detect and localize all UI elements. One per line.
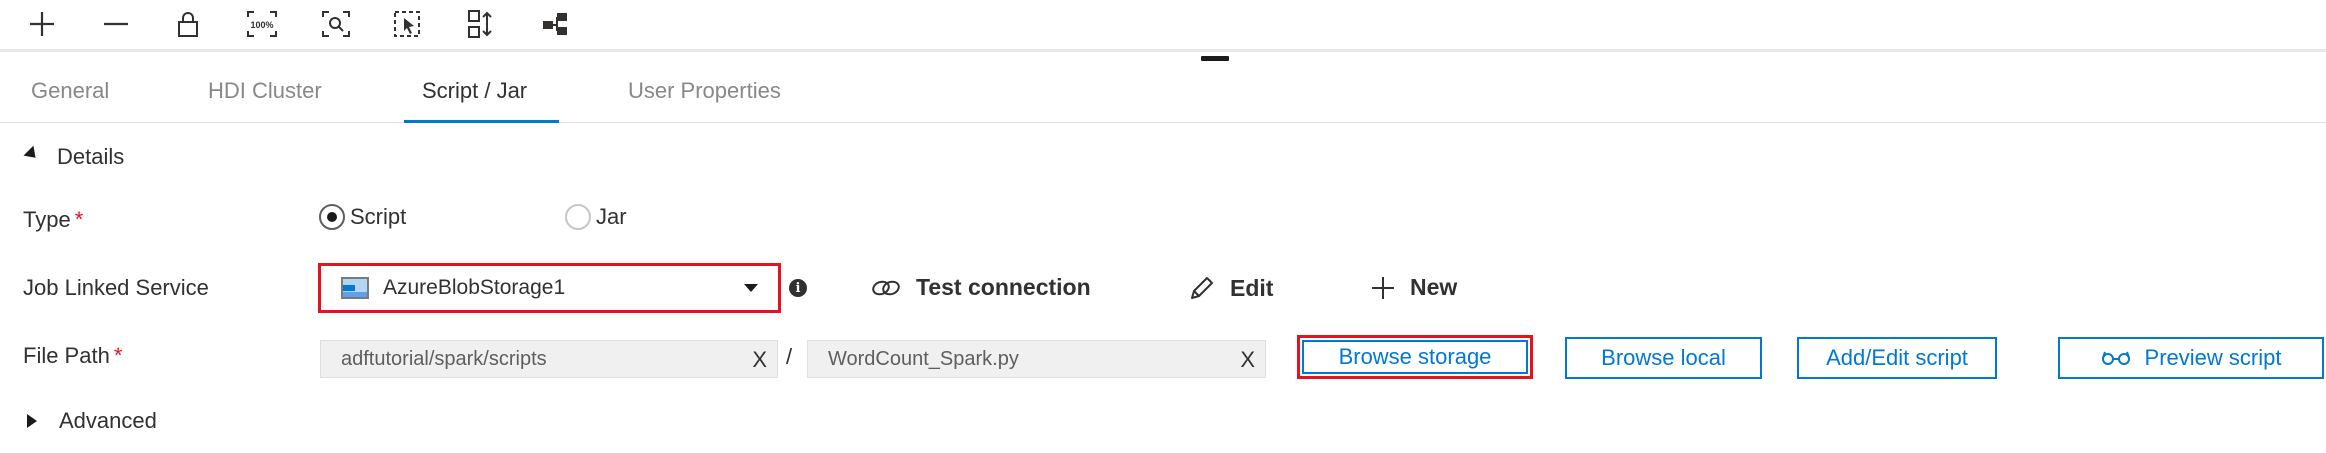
radio-script-label: Script — [350, 204, 407, 229]
pencil-icon — [1191, 277, 1213, 299]
type-label: Type * — [23, 207, 83, 233]
new-button[interactable]: New — [1370, 274, 1457, 301]
info-icon[interactable]: i — [789, 279, 807, 297]
tab-hdi-cluster[interactable]: HDI Cluster — [208, 78, 322, 104]
browse-storage-label: Browse storage — [1338, 344, 1492, 369]
test-connection-label: Test connection — [916, 274, 1091, 300]
add-edit-script-button[interactable]: Add/Edit script — [1797, 337, 1997, 379]
edit-button[interactable]: Edit — [1188, 274, 1273, 302]
file-path-label: File Path * — [23, 343, 122, 369]
details-section-header[interactable]: Details — [23, 144, 125, 170]
linked-service-value: AzureBlobStorage1 — [383, 276, 566, 299]
browse-storage-button[interactable]: Browse storage — [1297, 335, 1533, 379]
plus-icon — [1372, 276, 1394, 299]
zoom-fit-icon[interactable] — [314, 4, 358, 44]
lock-icon[interactable] — [166, 4, 210, 44]
radio-jar-label: Jar — [596, 204, 627, 229]
select-icon[interactable] — [386, 4, 430, 44]
link-icon — [872, 280, 900, 295]
tab-user-properties[interactable]: User Properties — [628, 78, 781, 104]
svg-text:100%: 100% — [250, 20, 273, 30]
folder-path-value: adftutorial/spark/scripts — [341, 347, 547, 370]
linked-service-dropdown[interactable]: AzureBlobStorage1 — [318, 263, 781, 313]
zoom-100-icon[interactable]: 100% — [240, 4, 284, 44]
plus-icon[interactable] — [20, 4, 64, 44]
add-edit-script-label: Add/Edit script — [1826, 345, 1968, 370]
linked-service-label: Job Linked Service — [23, 275, 209, 300]
edit-label: Edit — [1230, 274, 1274, 301]
new-label: New — [1410, 274, 1458, 300]
required-mark: * — [113, 343, 123, 368]
tab-script-jar[interactable]: Script / Jar — [422, 78, 527, 104]
caret-down-icon — [23, 145, 41, 163]
advanced-section-header[interactable]: Advanced — [23, 408, 157, 434]
chevron-down-icon — [744, 284, 758, 292]
radio-jar[interactable]: Jar — [565, 204, 627, 230]
type-label-text: Type — [23, 207, 71, 232]
file-name-input[interactable]: WordCount_Spark.py X — [807, 340, 1266, 378]
advanced-header-label: Advanced — [59, 408, 157, 433]
radio-script[interactable]: Script — [319, 204, 406, 230]
file-path-label-text: File Path — [23, 343, 110, 368]
radio-checked-icon — [319, 204, 345, 230]
glasses-icon — [2101, 351, 2130, 365]
radio-unchecked-icon — [565, 204, 591, 230]
clear-file-button[interactable]: X — [1240, 347, 1255, 373]
details-header-label: Details — [57, 144, 125, 169]
clear-folder-button[interactable]: X — [752, 347, 767, 373]
auto-align-icon[interactable] — [460, 4, 504, 44]
tab-general[interactable]: General — [31, 78, 109, 104]
properties-tabs: General HDI Cluster Script / Jar User Pr… — [0, 68, 2326, 123]
browse-local-button[interactable]: Browse local — [1565, 337, 1762, 379]
preview-script-label: Preview script — [2144, 345, 2282, 370]
panel-collapse-handle[interactable] — [1201, 56, 1229, 61]
active-tab-indicator — [404, 120, 559, 123]
preview-script-button[interactable]: Preview script — [2058, 337, 2324, 379]
browse-local-label: Browse local — [1601, 345, 1726, 370]
folder-path-input[interactable]: adftutorial/spark/scripts X — [320, 340, 778, 378]
storage-account-icon — [341, 277, 369, 299]
required-mark: * — [74, 207, 84, 232]
caret-right-icon — [27, 414, 37, 428]
path-separator: / — [786, 344, 793, 369]
canvas-toolbar: 100% — [0, 0, 2326, 52]
test-connection-button[interactable]: Test connection — [870, 274, 1091, 301]
file-name-value: WordCount_Spark.py — [828, 347, 1019, 370]
layout-icon[interactable] — [534, 4, 578, 44]
minus-icon[interactable] — [94, 4, 138, 44]
